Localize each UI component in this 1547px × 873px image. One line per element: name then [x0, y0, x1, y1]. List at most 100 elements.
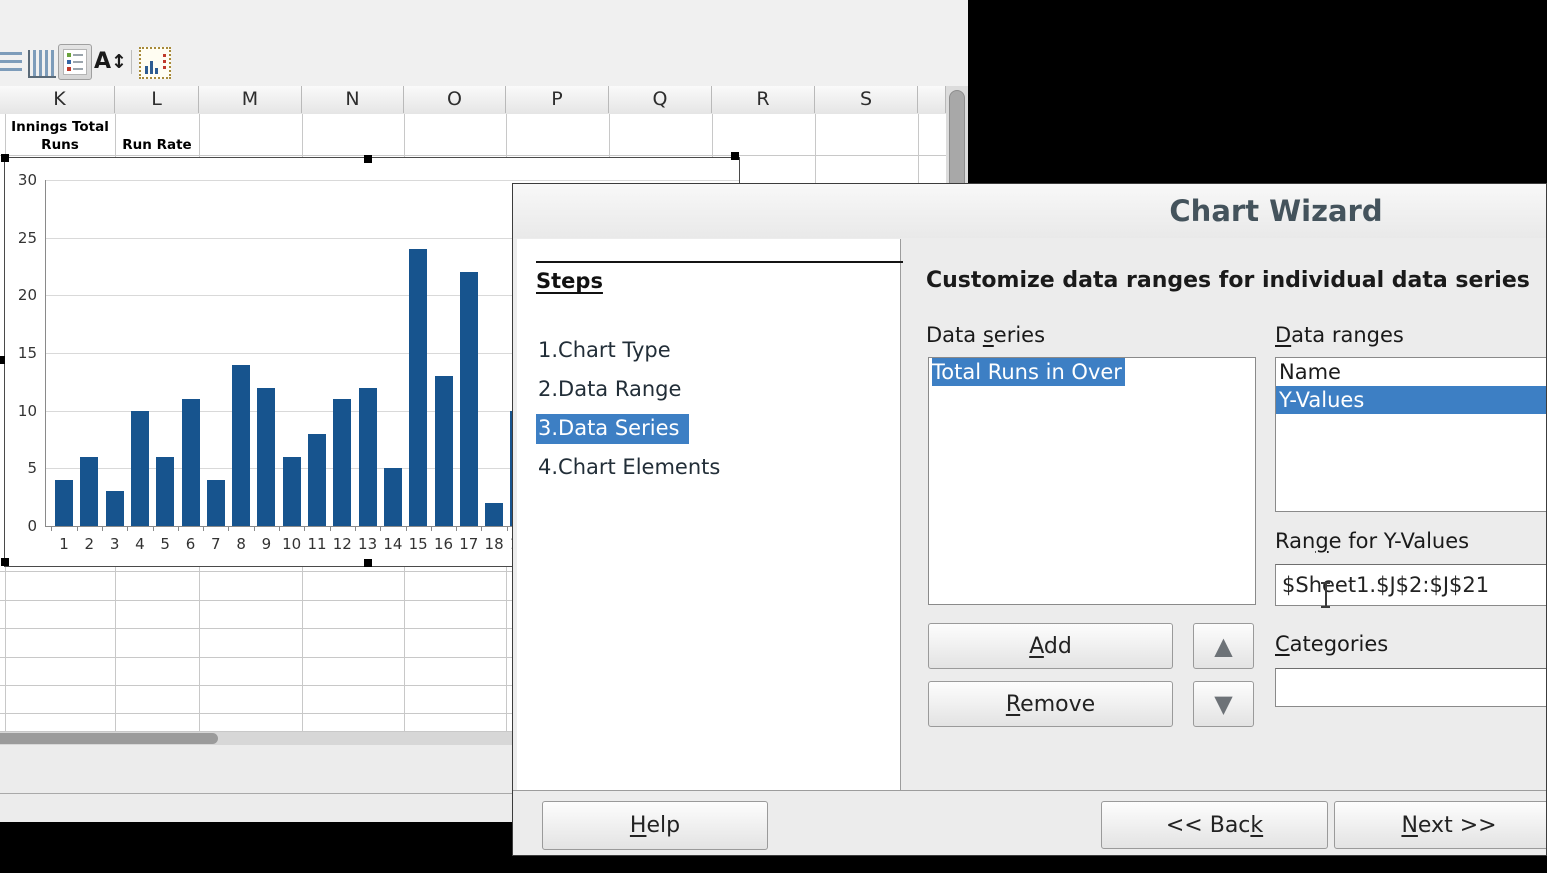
selection-handle-top-mid[interactable] [364, 155, 372, 163]
back-button[interactable]: << Back [1101, 801, 1328, 849]
bar [485, 503, 503, 526]
x-axis-tick [279, 526, 280, 531]
bar [232, 365, 250, 526]
toolbar-separator [131, 50, 132, 74]
step-item-4[interactable]: 4.Chart Elements [536, 453, 730, 483]
x-axis-label: 1 [52, 535, 76, 553]
column-header-N[interactable]: N [302, 86, 404, 113]
data-ranges-item[interactable]: Name [1276, 358, 1547, 386]
bar [409, 249, 427, 526]
column-header-partial[interactable] [918, 86, 946, 113]
y-axis-label: 10 [7, 402, 37, 420]
vertical-grids-icon[interactable] [28, 50, 56, 78]
x-axis-tick [77, 526, 78, 531]
gridline-y-30 [45, 180, 739, 181]
cell-k1[interactable]: Innings Total Runs [6, 116, 114, 156]
legend-icon-page [63, 49, 87, 75]
steps-heading: Steps [536, 269, 603, 293]
x-axis-tick [51, 526, 52, 531]
x-axis-tick [178, 526, 179, 531]
x-axis-label: 6 [179, 535, 203, 553]
categories-label: Categories [1275, 632, 1388, 656]
x-axis-tick [431, 526, 432, 531]
scale-text-icon[interactable]: A↕ [94, 48, 128, 76]
x-axis-tick [228, 526, 229, 531]
column-header-K[interactable]: K [5, 86, 115, 113]
x-axis-label: 12 [330, 535, 354, 553]
selection-handle-mid-left[interactable] [0, 356, 5, 364]
bar [359, 388, 377, 526]
range-for-y-values-input[interactable] [1275, 564, 1547, 606]
y-axis-label: 25 [7, 229, 37, 247]
selection-handle-bottom-mid[interactable] [364, 559, 372, 567]
legend-icon[interactable] [58, 44, 92, 80]
steps-rule [536, 261, 903, 263]
x-axis-tick [203, 526, 204, 531]
data-ranges-item[interactable]: Y-Values [1276, 386, 1547, 414]
x-axis-label: 17 [457, 535, 481, 553]
column-header-R[interactable]: R [712, 86, 815, 113]
next-button[interactable]: Next >> [1334, 801, 1547, 849]
selection-handle-bottom-left[interactable] [1, 558, 9, 566]
cell-l1[interactable]: Run Rate [116, 116, 198, 156]
bar [283, 457, 301, 526]
x-axis-label: 7 [204, 535, 228, 553]
y-axis-label: 30 [7, 171, 37, 189]
x-axis-tick [507, 526, 508, 531]
column-header-P[interactable]: P [506, 86, 609, 113]
dialog-titlebar[interactable]: Chart Wizard [513, 184, 1546, 238]
step-item-3[interactable]: 3.Data Series [536, 414, 689, 444]
x-axis-label: 15 [406, 535, 430, 553]
x-axis-label: 2 [77, 535, 101, 553]
x-axis-tick [355, 526, 356, 531]
data-series-label: Data series [926, 323, 1045, 347]
x-axis-label: 10 [280, 535, 304, 553]
add-button[interactable]: Add [928, 623, 1173, 669]
categories-input[interactable] [1275, 668, 1547, 707]
selection-handle-top-left[interactable] [1, 154, 9, 162]
x-axis-label: 16 [432, 535, 456, 553]
x-axis-tick [102, 526, 103, 531]
column-header-O[interactable]: O [404, 86, 506, 113]
dialog-bottom-separator [513, 790, 1547, 791]
bar [131, 411, 149, 526]
chart-type-icon[interactable] [139, 47, 171, 79]
horizontal-grids-icon[interactable] [0, 52, 22, 76]
move-down-icon[interactable]: ▼ [1193, 681, 1254, 727]
column-headers: KLMNOPQRS [0, 86, 946, 115]
data-series-listbox[interactable]: Total Runs in Over [928, 357, 1256, 605]
move-up-icon[interactable]: ▲ [1193, 623, 1254, 669]
column-header-L[interactable]: L [115, 86, 199, 113]
data-ranges-listbox[interactable]: NameY-Values [1275, 357, 1547, 512]
chart-wizard-dialog: Chart Wizard Steps 1.Chart Type 2.Data Ra… [512, 183, 1547, 856]
range-for-y-values-label: Range for Y-Values [1275, 529, 1469, 553]
selection-handle-top-right[interactable] [731, 152, 739, 160]
data-ranges-label: Data ranges [1275, 323, 1404, 347]
steps-list: 1.Chart Type 2.Data Range 3.Data Series 4.C… [536, 336, 730, 492]
bar [460, 272, 478, 526]
ibeam-cursor [1321, 582, 1330, 608]
bar [333, 399, 351, 526]
bar [257, 388, 275, 526]
x-axis-label: 4 [128, 535, 152, 553]
column-header-S[interactable]: S [815, 86, 918, 113]
x-axis-tick [456, 526, 457, 531]
bar [207, 480, 225, 526]
x-axis-tick [254, 526, 255, 531]
steps-panel: Steps 1.Chart Type 2.Data Range 3.Data Ser… [517, 239, 901, 790]
help-button[interactable]: Help [542, 801, 768, 850]
column-header-Q[interactable]: Q [609, 86, 712, 113]
x-axis-label: 18 [482, 535, 506, 553]
x-axis-tick [380, 526, 381, 531]
bar [384, 468, 402, 526]
y-axis-label: 5 [7, 459, 37, 477]
horizontal-scrollbar-thumb[interactable] [0, 733, 218, 744]
step-item-2[interactable]: 2.Data Range [536, 375, 691, 405]
y-axis-label: 15 [7, 344, 37, 362]
x-axis-tick [304, 526, 305, 531]
remove-button[interactable]: Remove [928, 681, 1173, 727]
x-axis-label: 14 [381, 535, 405, 553]
data-series-item[interactable]: Total Runs in Over [929, 358, 1255, 386]
step-item-1[interactable]: 1.Chart Type [536, 336, 681, 366]
column-header-M[interactable]: M [199, 86, 302, 113]
